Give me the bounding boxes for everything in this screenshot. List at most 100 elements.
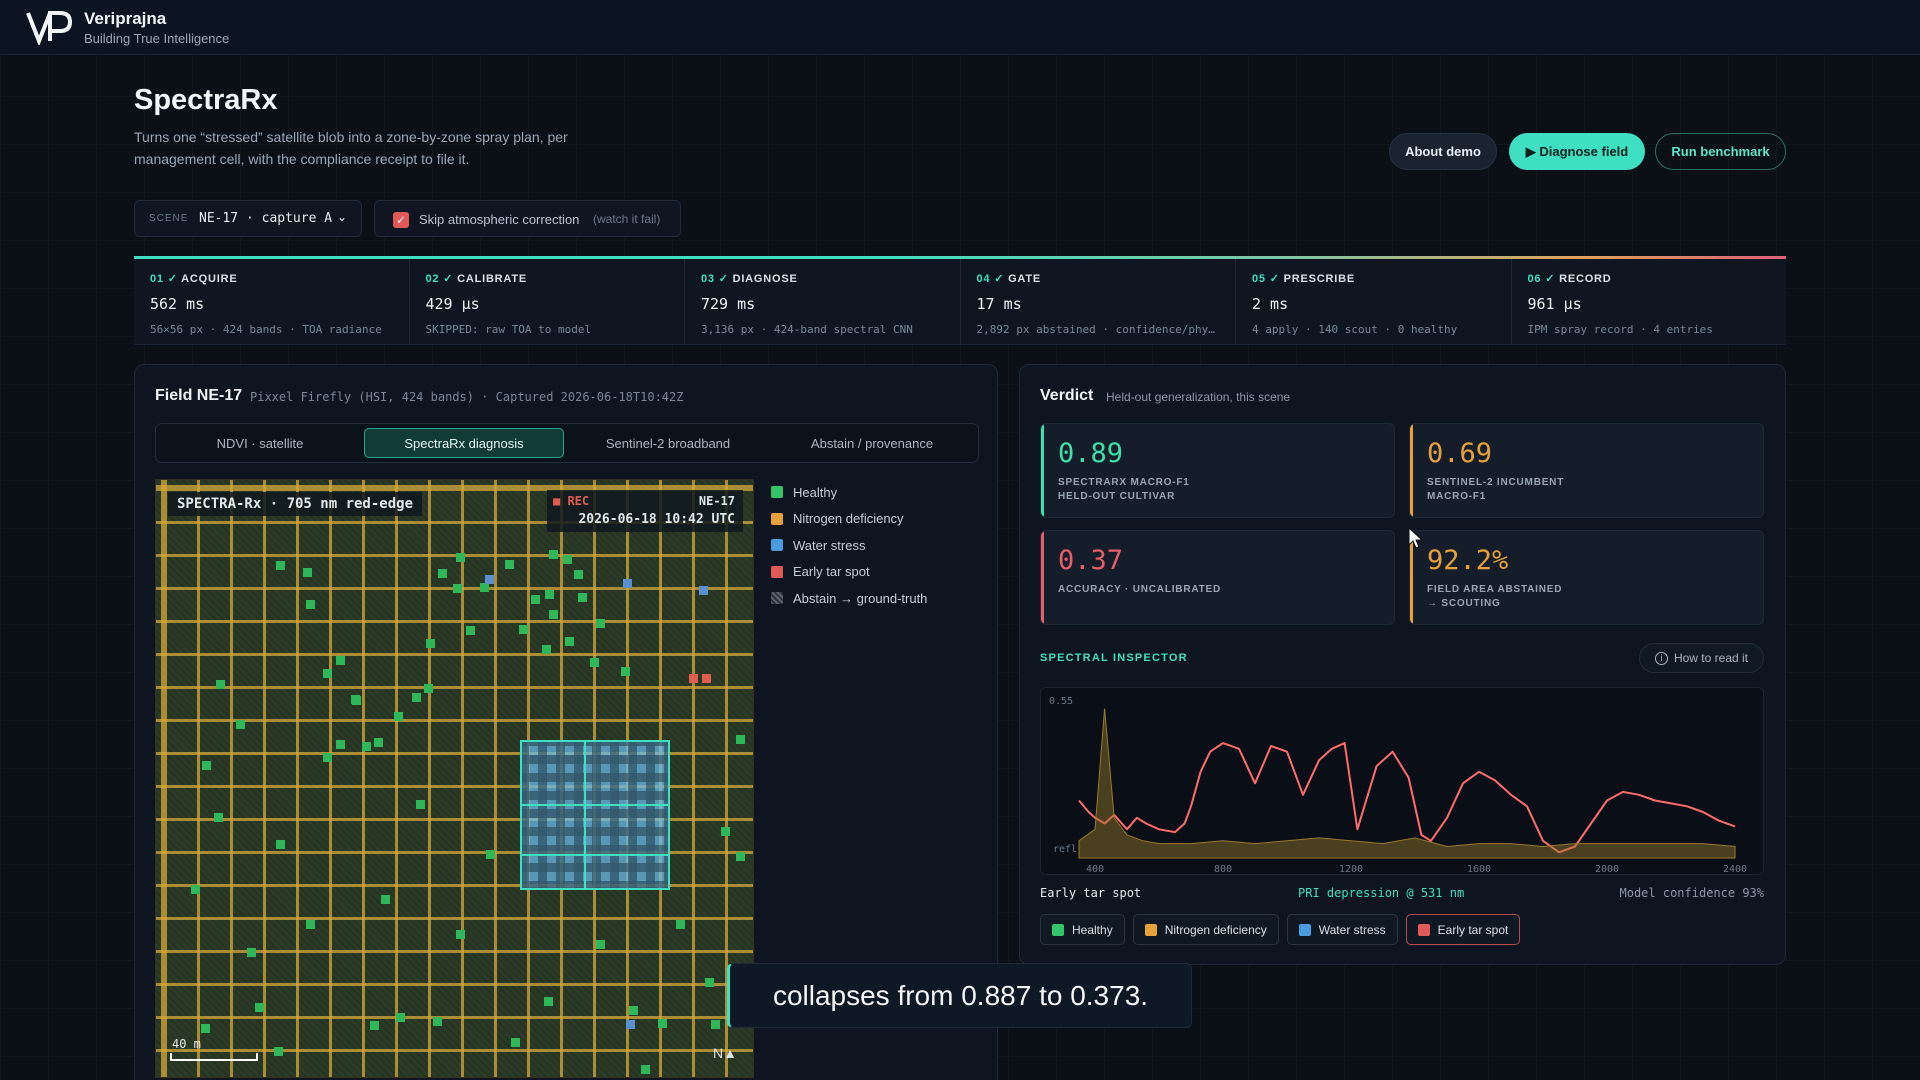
skip-atmospheric-toggle[interactable]: ✓ Skip atmospheric correction (watch it … — [374, 200, 681, 237]
view-tabs: NDVI · satellite SpectraRx diagnosis Sen… — [155, 423, 979, 463]
stage-duration: 2 ms — [1252, 295, 1289, 313]
metric-value: 0.89 — [1058, 438, 1124, 469]
map-pixel — [549, 550, 558, 559]
checkbox-checked-icon[interactable]: ✓ — [393, 212, 409, 228]
page-title: SpectraRx — [134, 84, 278, 116]
scene-value: NE-17 · capture A — [199, 211, 333, 226]
chip-healthy[interactable]: Healthy — [1040, 914, 1125, 945]
map-pixel — [323, 753, 332, 762]
metric-value: 0.69 — [1427, 438, 1493, 469]
x-tick-label: 2000 — [1595, 864, 1619, 875]
chip-early-tar-spot[interactable]: Early tar spot — [1405, 914, 1521, 945]
metric-label: FIELD AREA ABSTAINED → SCOUTING — [1427, 584, 1563, 609]
info-icon: i — [1654, 651, 1668, 665]
map-pixel — [191, 885, 200, 894]
stage-prescribe: 05 ✓ PRESCRIBE 2 ms 4 apply · 140 scout … — [1236, 259, 1512, 344]
tab-abstain-provenance[interactable]: Abstain / provenance — [772, 428, 972, 458]
stage-detail: 4 apply · 140 scout · 0 healthy — [1252, 323, 1458, 336]
stage-header: 05 ✓ PRESCRIBE — [1252, 273, 1355, 285]
stage-header: 03 ✓ DIAGNOSE — [701, 273, 798, 285]
map-pixel — [306, 600, 315, 609]
field-meta: Pixxel Firefly (HSI, 424 bands) · Captur… — [250, 390, 684, 404]
stage-gate: 04 ✓ GATE 17 ms 2,892 px abstained · con… — [961, 259, 1236, 344]
map-pixel — [721, 827, 730, 836]
metric-label: SPECTRARX MACRO-F1 HELD-OUT CULTIVAR — [1058, 477, 1190, 502]
map-pixel — [545, 590, 554, 599]
map-pixel — [396, 1013, 405, 1022]
stage-acquire: 01 ✓ ACQUIRE 562 ms 56×56 px · 424 bands… — [134, 259, 410, 344]
how-to-read-button[interactable]: i How to read it — [1639, 643, 1764, 673]
chip-water-stress[interactable]: Water stress — [1286, 914, 1398, 945]
mouse-cursor-icon — [1408, 527, 1424, 549]
scene-select[interactable]: SCENE NE-17 · capture A ⌄ — [134, 200, 362, 237]
tab-sentinel-2[interactable]: Sentinel-2 broadband — [568, 428, 768, 458]
map-pixel — [736, 735, 745, 744]
map-pixel — [336, 740, 345, 749]
chip-nitrogen-deficiency[interactable]: Nitrogen deficiency — [1132, 914, 1279, 945]
map-pixel — [453, 584, 462, 593]
stage-duration: 961 µs — [1527, 295, 1582, 313]
about-demo-button[interactable]: About demo — [1389, 133, 1497, 170]
map-pixel — [702, 674, 711, 683]
map-pixel — [381, 895, 390, 904]
stage-header: 04 ✓ GATE — [976, 273, 1042, 285]
legend-item: Healthy — [771, 479, 927, 506]
series-line-pixel-spectrum — [1078, 742, 1736, 854]
swatch-icon — [771, 565, 783, 578]
map-legend: Healthy Nitrogen deficiency Water stress… — [771, 479, 927, 612]
map-pixel — [574, 570, 583, 579]
y-axis-label: refl — [1053, 844, 1077, 855]
map-pixel — [466, 626, 475, 635]
brand-name: Veriprajna — [84, 9, 167, 28]
map-pixel — [705, 978, 714, 987]
map-pixel — [424, 684, 433, 693]
metric-label: ACCURACY · UNCALIBRATED — [1058, 584, 1222, 595]
map-pixel — [456, 930, 465, 939]
map-pixel — [438, 569, 447, 578]
top-bar: Veriprajna Building True Intelligence — [0, 0, 1920, 55]
map-pixel — [563, 555, 572, 564]
selected-cell[interactable] — [520, 740, 670, 890]
tab-ndvi[interactable]: NDVI · satellite — [160, 428, 360, 458]
series-area-baseline — [1078, 708, 1736, 859]
swatch-icon — [1298, 923, 1311, 936]
verdict-title: Verdict — [1040, 387, 1094, 404]
scene-label: SCENE — [149, 213, 189, 224]
map-pixel — [699, 586, 708, 595]
map-pixel — [505, 560, 514, 569]
map-pixel — [689, 674, 698, 683]
metric-value: 0.37 — [1058, 545, 1124, 576]
metric-value: 92.2% — [1427, 545, 1509, 576]
map-band-label: SPECTRA-Rx · 705 nm red-edge — [168, 492, 423, 516]
map-pixel — [544, 997, 553, 1006]
run-benchmark-button[interactable]: Run benchmark — [1655, 133, 1786, 170]
swatch-icon — [771, 486, 783, 499]
map-pixel — [480, 583, 489, 592]
legend-item: Nitrogen deficiency — [771, 506, 927, 533]
map-pixel — [433, 1017, 442, 1026]
map-pixel — [426, 639, 435, 648]
map-pixel — [274, 1047, 283, 1056]
diagnose-field-button[interactable]: ▶ Diagnose field — [1509, 133, 1645, 170]
map-recording-overlay: ■ REC NE-17 2026-06-18 10:42 UTC — [547, 490, 743, 532]
stage-duration: 17 ms — [976, 295, 1022, 313]
map-pixel — [519, 625, 528, 634]
scale-bar — [170, 1053, 258, 1061]
stage-diagnose: 03 ✓ DIAGNOSE 729 ms 3,136 px · 424-band… — [685, 259, 961, 344]
field-map[interactable]: SPECTRA-Rx · 705 nm red-edge ■ REC NE-17… — [155, 479, 754, 1078]
map-pixel — [641, 1065, 650, 1074]
veriprajna-logo-icon[interactable] — [26, 9, 76, 45]
spectral-chart[interactable]: 400 800 1200 1600 2000 2400 0.55 refl — [1040, 687, 1764, 875]
inspector-feature: PRI depression @ 531 nm — [1298, 886, 1465, 900]
swatch-icon — [1417, 923, 1430, 936]
legend-item: Water stress — [771, 532, 927, 559]
stage-duration: 562 ms — [150, 295, 205, 313]
class-chips: Healthy Nitrogen deficiency Water stress… — [1040, 914, 1521, 945]
stage-detail: 3,136 px · 424-band spectral CNN — [701, 323, 913, 336]
north-arrow-icon: N▲ — [713, 1045, 737, 1061]
map-pixel — [549, 610, 558, 619]
verdict-subtitle: Held-out generalization, this scene — [1106, 390, 1291, 404]
tab-spectrarx-diagnosis[interactable]: SpectraRx diagnosis — [364, 428, 564, 458]
x-tick-label: 800 — [1214, 864, 1232, 875]
map-pixel — [590, 658, 599, 667]
